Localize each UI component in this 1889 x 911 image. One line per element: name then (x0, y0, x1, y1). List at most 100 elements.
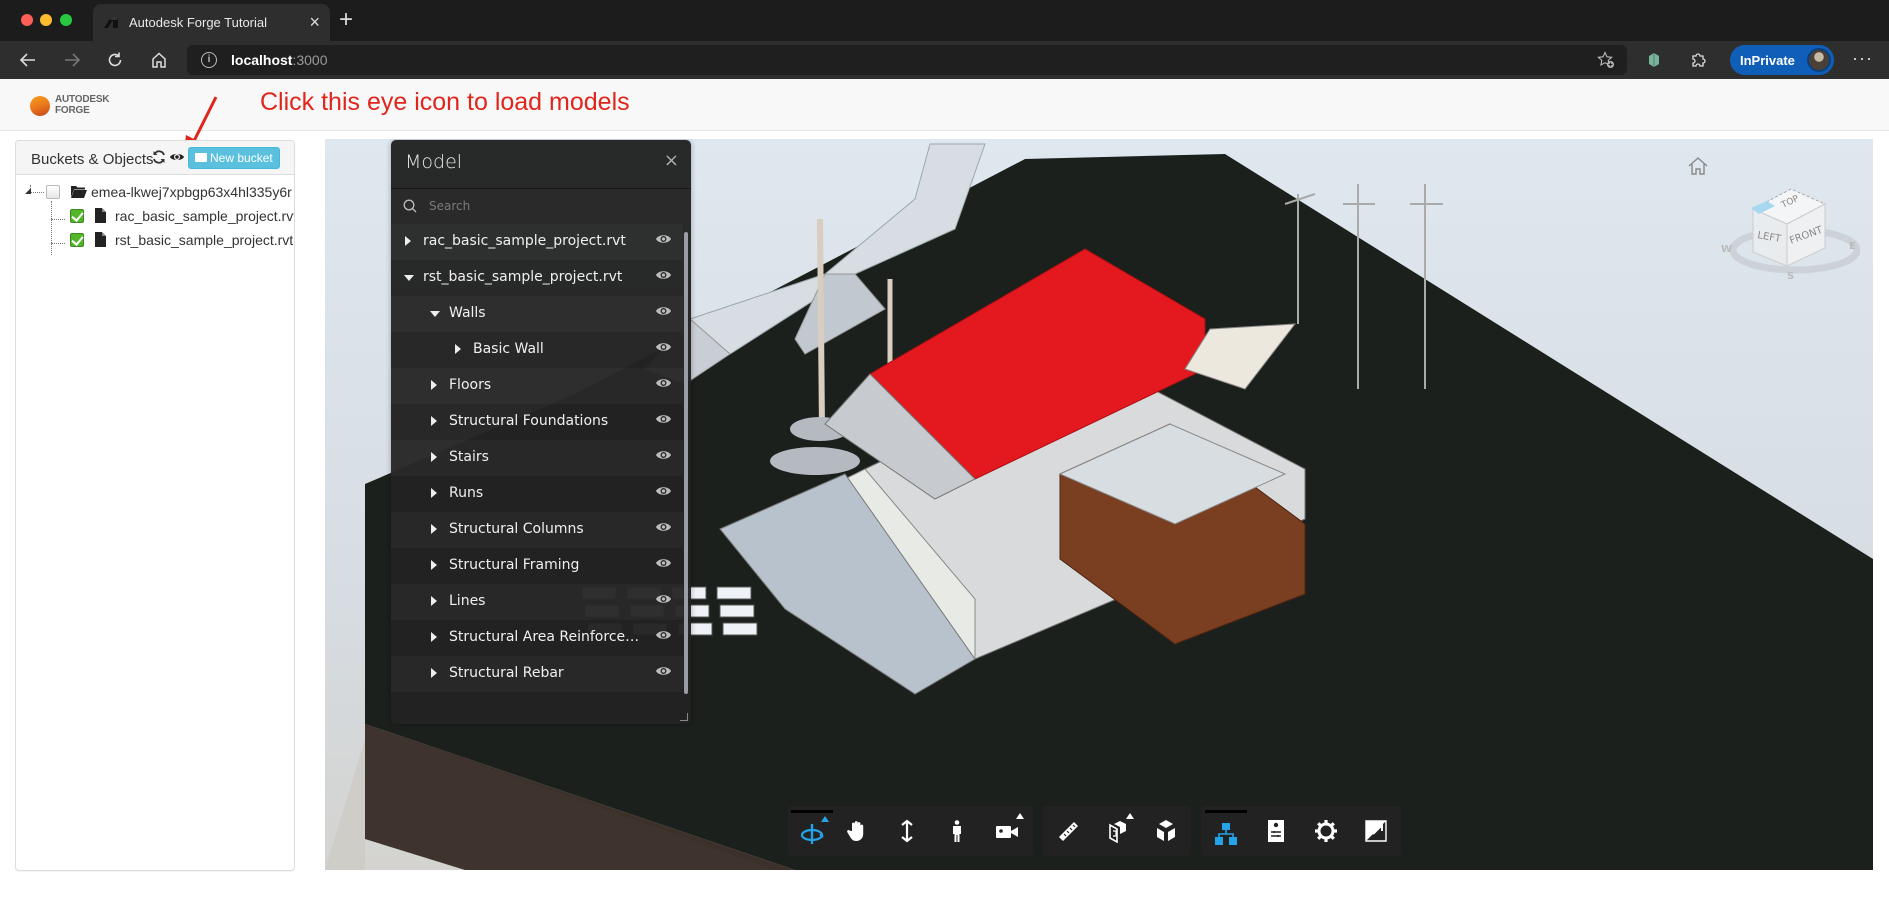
inprivate-profile-button[interactable]: InPrivate (1730, 45, 1834, 75)
bucket-checkbox[interactable] (46, 185, 60, 199)
visibility-eye-icon[interactable] (655, 449, 672, 461)
folder-icon (195, 153, 207, 162)
visibility-eye-icon[interactable] (655, 557, 672, 569)
visibility-eye-icon[interactable] (655, 629, 672, 641)
home-icon[interactable] (146, 47, 172, 73)
tab-close-icon[interactable]: × (309, 12, 320, 33)
model-browser-button[interactable] (1205, 810, 1247, 852)
tree-node-object[interactable]: rac_basic_sample_project.rvt (70, 205, 294, 227)
model-tree-item[interactable]: rac_basic_sample_project.rvt (391, 224, 683, 260)
visibility-eye-icon[interactable] (655, 485, 672, 497)
model-tree-item[interactable]: Lines (391, 584, 683, 620)
caret-right-icon[interactable] (455, 344, 461, 354)
model-search-input[interactable] (429, 196, 669, 216)
model-tree-item[interactable]: Floors (391, 368, 683, 404)
address-bar[interactable]: i localhost:3000 (187, 45, 1627, 75)
tree-node-bucket[interactable]: emea-lkwej7xpbgp63x4hl335y6r (46, 181, 294, 203)
eye-icon[interactable] (169, 150, 185, 164)
visibility-eye-icon[interactable] (655, 377, 672, 389)
camera-button[interactable] (986, 810, 1028, 852)
close-icon[interactable]: × (664, 150, 679, 171)
caret-right-icon[interactable] (431, 524, 437, 534)
visibility-eye-icon[interactable] (655, 593, 672, 605)
maximize-window-button[interactable] (60, 14, 72, 26)
object-checkbox[interactable] (70, 233, 84, 247)
model-tree-item[interactable]: Runs (391, 476, 683, 512)
browser-tab[interactable]: Autodesk Forge Tutorial × (93, 4, 330, 41)
caret-right-icon[interactable] (431, 632, 437, 642)
tree-node-object[interactable]: rst_basic_sample_project.rvt (70, 229, 294, 251)
home-view-icon[interactable] (1687, 156, 1709, 176)
object-checkbox[interactable] (70, 209, 84, 223)
pan-button[interactable] (836, 810, 878, 852)
pan-icon (847, 821, 864, 841)
first-person-button[interactable] (936, 810, 978, 852)
visibility-eye-icon[interactable] (655, 521, 672, 533)
properties-icon (1268, 820, 1284, 842)
model-tree-item[interactable]: Structural Framing (391, 548, 683, 584)
extension-icon[interactable] (1644, 50, 1664, 70)
visibility-eye-icon[interactable] (655, 413, 672, 425)
app-navbar: AUTODESK FORGE Click this eye icon to loa… (0, 79, 1889, 131)
explode-button[interactable] (1145, 810, 1187, 852)
orbit-button[interactable] (791, 810, 833, 852)
caret-right-icon[interactable] (431, 452, 437, 462)
caret-down-icon[interactable] (430, 311, 440, 317)
model-tree-item[interactable]: Structural Columns (391, 512, 683, 548)
file-icon (95, 232, 106, 247)
zoom-button[interactable] (886, 810, 928, 852)
model-browser-icon (1215, 823, 1237, 845)
model-tree-item[interactable]: Structural Rebar (391, 656, 683, 692)
visibility-eye-icon[interactable] (655, 305, 672, 317)
model-tree-item-label: rac_basic_sample_project.rvt (423, 233, 626, 249)
resize-handle-icon[interactable] (680, 713, 688, 721)
caret-right-icon[interactable] (431, 596, 437, 606)
site-info-icon[interactable]: i (201, 52, 217, 68)
viewcube[interactable]: TOP LEFT FRONT W S E (1715, 174, 1860, 289)
caret-right-icon[interactable] (431, 668, 437, 678)
close-window-button[interactable] (21, 14, 33, 26)
collapse-toggle-icon[interactable] (25, 188, 31, 194)
search-icon (403, 199, 417, 213)
model-tree-item[interactable]: Structural Foundations (391, 404, 683, 440)
section-icon (1109, 821, 1126, 843)
tree-connector (30, 192, 44, 193)
visibility-eye-icon[interactable] (655, 269, 672, 281)
reload-icon[interactable] (102, 47, 128, 73)
caret-right-icon[interactable] (431, 380, 437, 390)
visibility-eye-icon[interactable] (655, 341, 672, 353)
refresh-icon[interactable] (152, 150, 166, 164)
settings-icon (1315, 820, 1337, 842)
forward-icon[interactable] (59, 47, 85, 73)
model-tree-item[interactable]: Stairs (391, 440, 683, 476)
forge-viewer[interactable]: Model × rac_basic_sample_project.rvt rst_… (325, 139, 1873, 870)
model-tree-item[interactable]: rst_basic_sample_project.rvt (391, 260, 683, 296)
model-tree-item[interactable]: Structural Area Reinforcement (391, 620, 683, 656)
visibility-eye-icon[interactable] (655, 233, 672, 245)
model-tree-item[interactable]: Walls (391, 296, 683, 332)
caret-down-icon[interactable] (404, 275, 414, 281)
puzzle-icon[interactable] (1689, 50, 1709, 70)
favorites-add-icon[interactable] (1597, 51, 1615, 74)
measure-button[interactable] (1047, 810, 1089, 852)
properties-button[interactable] (1255, 810, 1297, 852)
caret-right-icon[interactable] (405, 236, 411, 246)
visibility-eye-icon[interactable] (655, 665, 672, 677)
first-person-icon (953, 820, 961, 842)
section-button[interactable] (1096, 810, 1138, 852)
settings-button[interactable] (1305, 810, 1347, 852)
avatar (1807, 48, 1831, 72)
fullscreen-button[interactable] (1355, 810, 1397, 852)
minimize-window-button[interactable] (40, 14, 52, 26)
more-menu-icon[interactable]: ··· (1852, 48, 1873, 69)
caret-right-icon[interactable] (431, 560, 437, 570)
back-icon[interactable] (15, 47, 41, 73)
caret-right-icon[interactable] (431, 416, 437, 426)
navigation-tools-group (788, 806, 1033, 856)
caret-right-icon[interactable] (431, 488, 437, 498)
new-bucket-button[interactable]: New bucket (188, 147, 280, 169)
model-tree-item-label: Lines (449, 593, 486, 609)
model-tree-item[interactable]: Basic Wall (391, 332, 683, 368)
new-tab-button[interactable]: + (339, 6, 353, 34)
model-scrollbar[interactable] (684, 232, 688, 694)
